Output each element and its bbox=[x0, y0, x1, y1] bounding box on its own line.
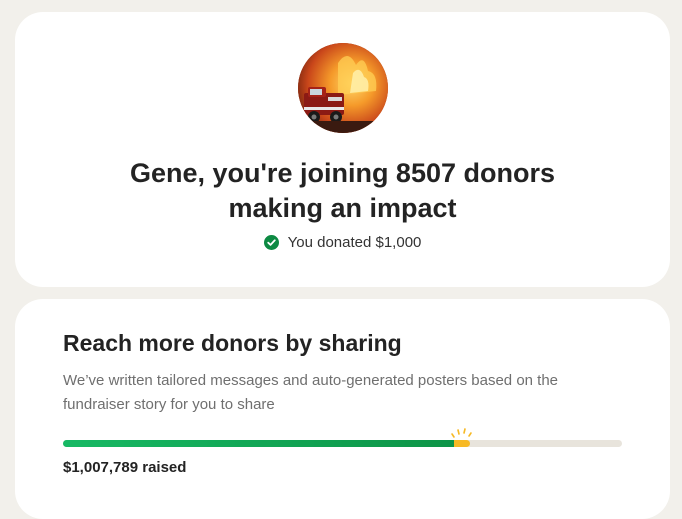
progress-fill bbox=[63, 440, 454, 447]
fundraiser-avatar bbox=[298, 43, 388, 133]
confirmation-headline: Gene, you're joining 8507 donors making … bbox=[15, 156, 670, 226]
fundraiser-progress-bar bbox=[63, 428, 622, 447]
headline-line-2: making an impact bbox=[228, 193, 457, 223]
fire-truck-photo-icon bbox=[298, 43, 388, 133]
headline-line-1: Gene, you're joining 8507 donors bbox=[129, 158, 555, 188]
amount-raised: $1,007,789 raised bbox=[63, 459, 187, 476]
share-title: Reach more donors by sharing bbox=[63, 330, 402, 356]
donated-amount-text: You donated $1,000 bbox=[287, 234, 422, 251]
share-description: We’ve written tailored messages and auto… bbox=[63, 372, 559, 413]
share-card: Reach more donors by sharing We’ve writt… bbox=[15, 299, 670, 519]
sparkle-icon bbox=[451, 428, 472, 438]
donation-status: You donated $1,000 bbox=[15, 234, 670, 251]
check-circle-icon bbox=[263, 235, 279, 250]
donation-confirmation-card: Gene, you're joining 8507 donors making … bbox=[15, 12, 670, 287]
progress-spark bbox=[454, 440, 470, 447]
